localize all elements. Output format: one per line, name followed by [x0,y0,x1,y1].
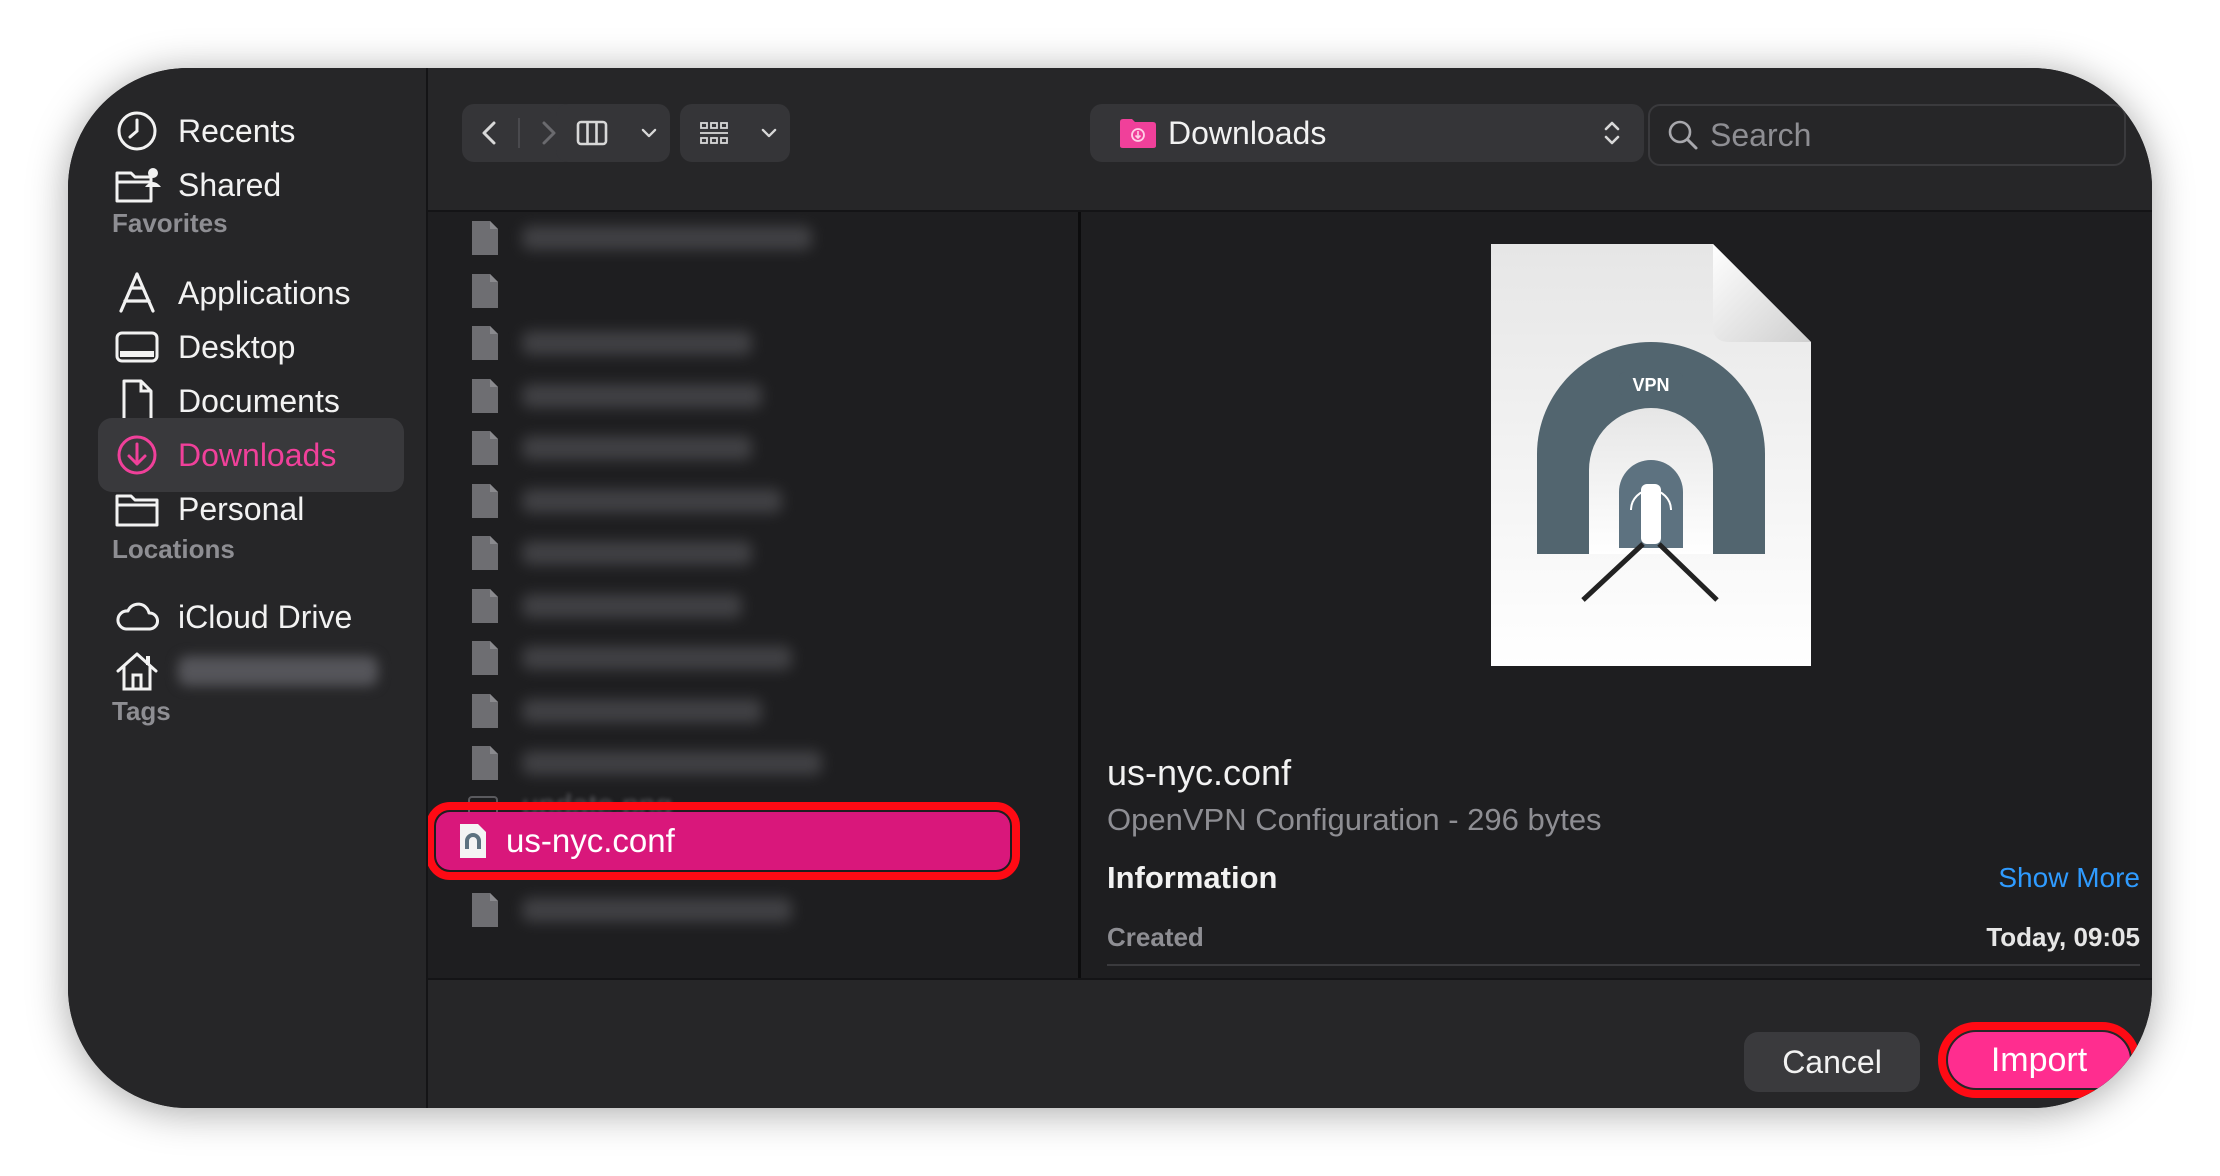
blurred-file-name [522,751,822,775]
list-item[interactable] [428,370,1078,422]
list-item[interactable] [428,527,1078,579]
list-item[interactable] [428,265,1078,317]
blurred-file-name [522,436,752,460]
sidebar-item-label: Downloads [178,436,337,473]
folder-icon [110,482,164,536]
file-list: update.png us-nyc.conf [428,212,1081,978]
sidebar-item-label: Applications [178,274,351,311]
sidebar-item-label: Documents [178,382,340,419]
group-dropdown[interactable] [748,104,790,162]
blurred-file-name [522,383,762,408]
list-item[interactable] [428,580,1078,632]
list-item[interactable] [428,212,1078,264]
cancel-button[interactable]: Cancel [1744,1032,1920,1092]
search-icon [1668,120,1698,150]
vpn-config-file-icon: VPN [1491,244,1811,666]
divider [1107,964,2140,966]
blurred-file-name [522,541,752,565]
chevron-down-icon [761,128,777,138]
information-heading: Information [1107,860,1278,895]
sidebar-item-label: Recents [178,112,296,149]
favorites-heading: Favorites [112,208,228,238]
show-more-link[interactable]: Show More [1998,862,2140,894]
preview-pane: VPN us-nyc.conf OpenVPN Configuration - … [1081,212,2152,978]
home-icon [110,644,164,698]
sidebar-item-label: Personal [178,490,305,527]
downloads-folder-icon [1120,119,1156,148]
sidebar-item-label: iCloud Drive [178,598,353,635]
back-button[interactable] [462,104,518,162]
group-by-control [680,104,790,162]
list-item[interactable] [428,317,1078,369]
blurred-file-name [522,488,782,513]
toolbar: Downloads [428,68,2152,212]
blurred-file-name [522,646,792,670]
locations-heading: Locations [112,534,235,564]
sidebar-item-label: Shared [178,166,282,203]
tags-heading: Tags [112,696,171,726]
group-button[interactable] [680,104,748,162]
created-value: Today, 09:05 [1986,922,2140,952]
shared-folder-icon [110,158,164,212]
list-item[interactable] [428,632,1078,684]
vpn-badge-text: VPN [1632,375,1669,395]
preview-file-type-size: OpenVPN Configuration - 296 bytes [1107,802,1602,837]
blurred-home-label [178,656,378,686]
blurred-file-name [522,898,792,922]
blurred-file-name [522,698,762,723]
selected-file-name: us-nyc.conf [506,822,675,859]
chevron-down-icon [641,128,657,138]
blurred-file-name [522,226,812,250]
location-label: Downloads [1168,114,1327,151]
list-item[interactable] [428,422,1078,474]
preview-filename: us-nyc.conf [1107,752,1292,793]
file-open-dialog: Recents Shared Favorites Applications De… [68,68,2152,1108]
chevron-left-icon [482,121,496,145]
list-item[interactable] [428,685,1078,737]
columns-icon [576,120,608,146]
sidebar: Recents Shared Favorites Applications De… [68,68,428,1108]
search-input[interactable] [1708,115,2092,155]
list-item[interactable] [428,475,1078,527]
selected-file-row[interactable]: us-nyc.conf [428,802,1020,880]
blurred-file-name [522,593,742,618]
sidebar-item-label: Desktop [178,328,296,365]
vpn-file-icon [460,824,486,858]
search-field[interactable] [1648,104,2126,166]
grid-group-icon [700,122,728,144]
blurred-file-name [522,331,752,355]
import-button[interactable]: Import [1938,1022,2140,1098]
view-mode-dropdown[interactable] [628,104,670,162]
dialog-footer: Cancel Import [428,978,2152,1108]
up-down-chevron-icon [1604,121,1620,145]
list-item[interactable] [428,884,1078,936]
column-view-button[interactable] [556,104,628,162]
location-popup[interactable]: Downloads [1090,104,1644,162]
created-label: Created [1107,922,1204,952]
view-mode-control [556,104,670,162]
